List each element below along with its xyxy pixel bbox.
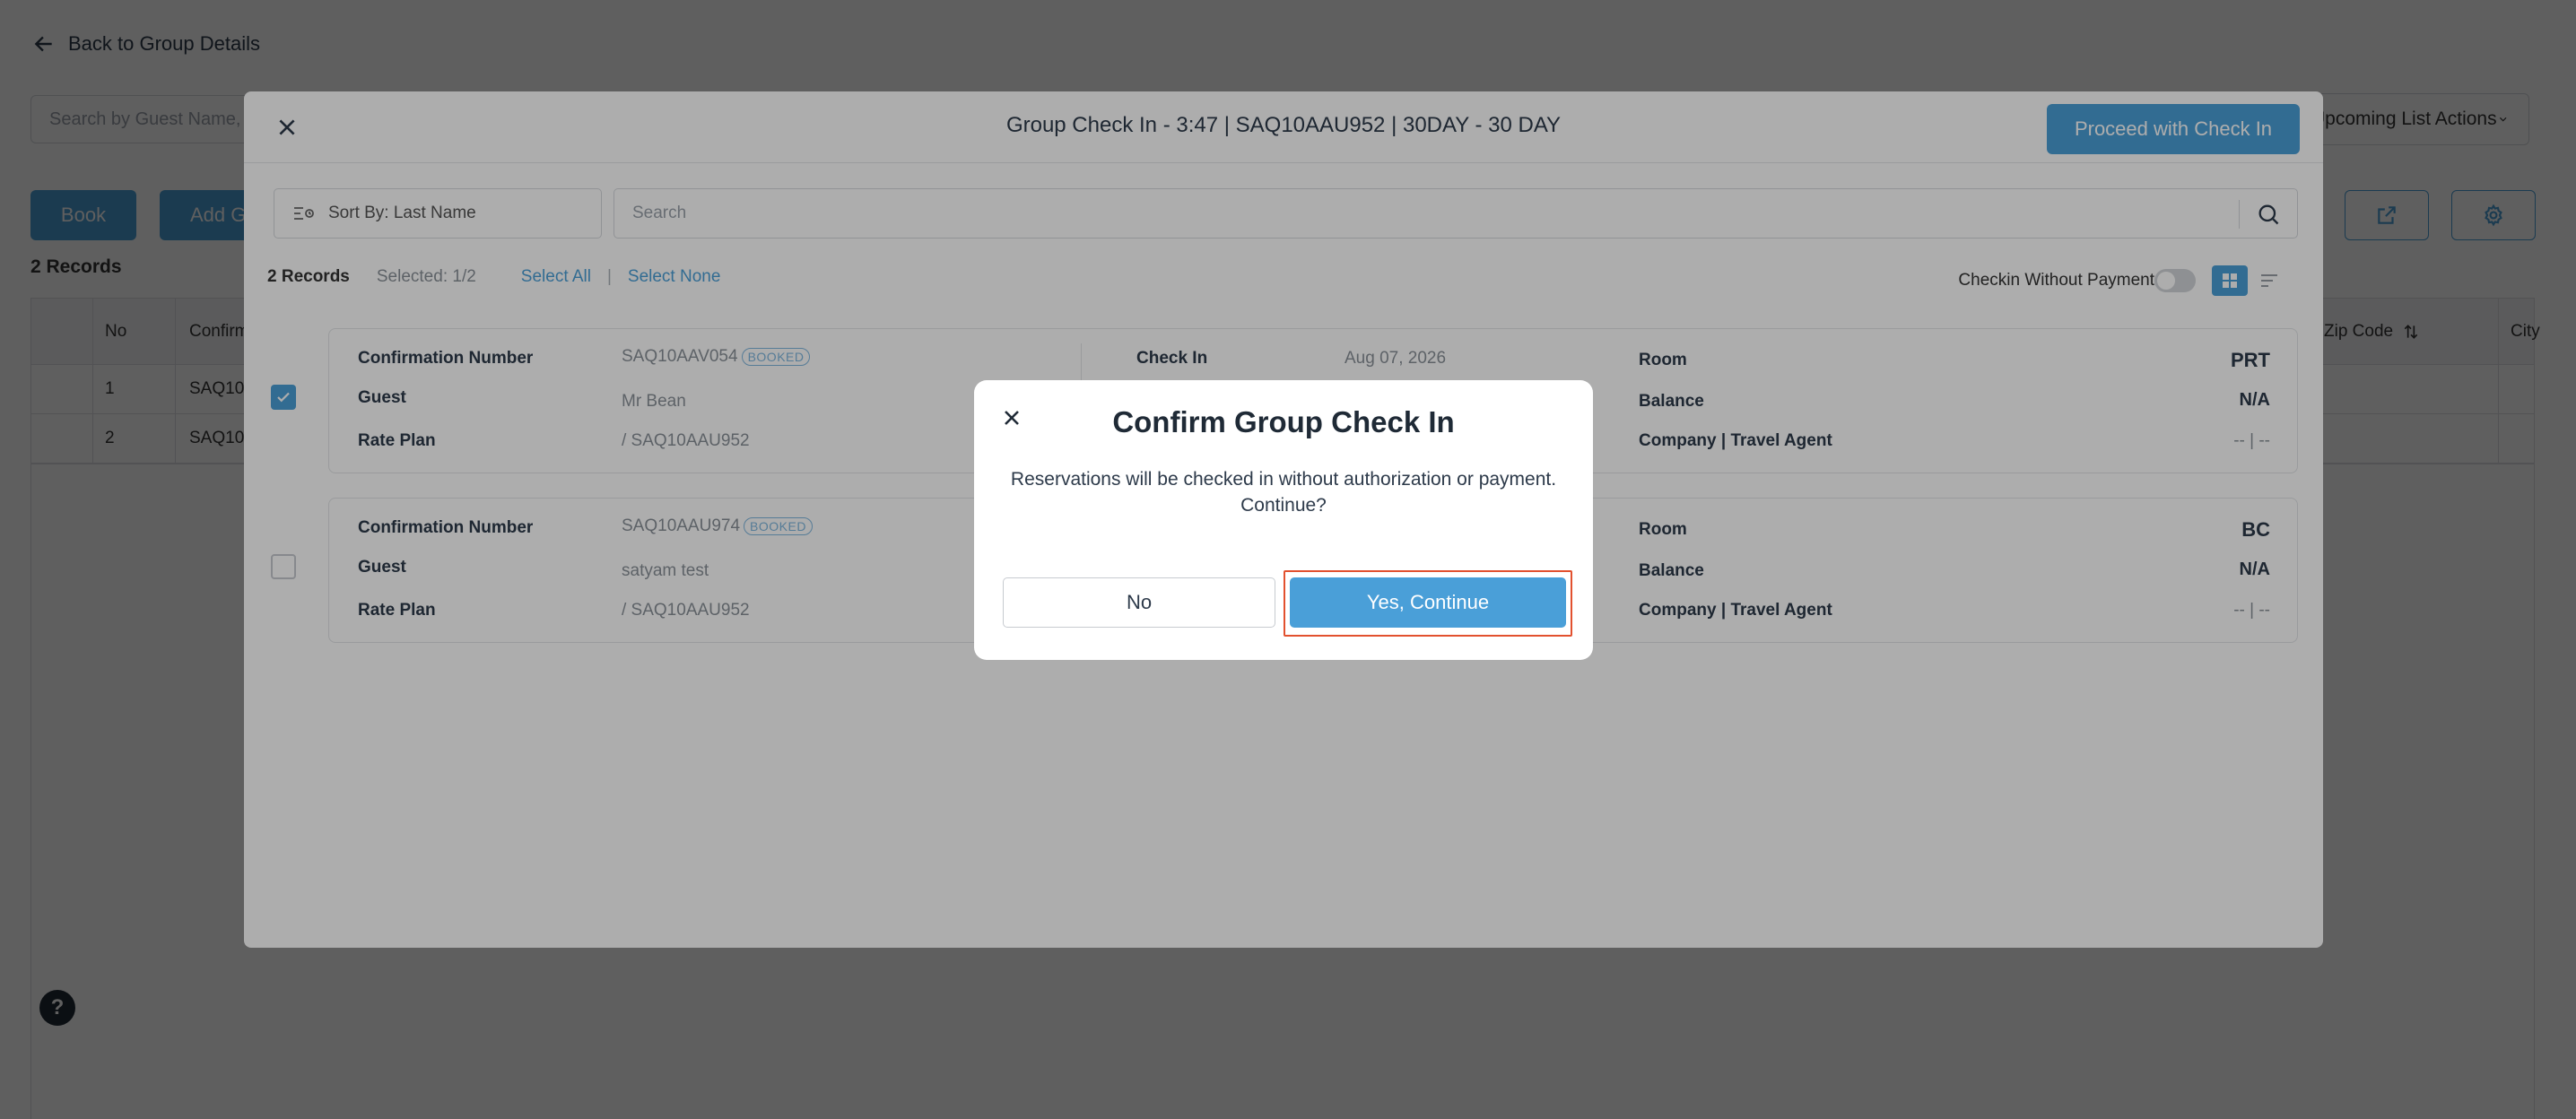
dialog-title: Confirm Group Check In (1112, 405, 1455, 438)
no-button[interactable]: No (1003, 577, 1275, 628)
yes-continue-button[interactable]: Yes, Continue (1290, 577, 1566, 628)
dialog-message: Reservations will be checked in without … (1010, 469, 1557, 516)
confirm-group-check-in-dialog: Confirm Group Check In Reservations will… (974, 380, 1593, 660)
